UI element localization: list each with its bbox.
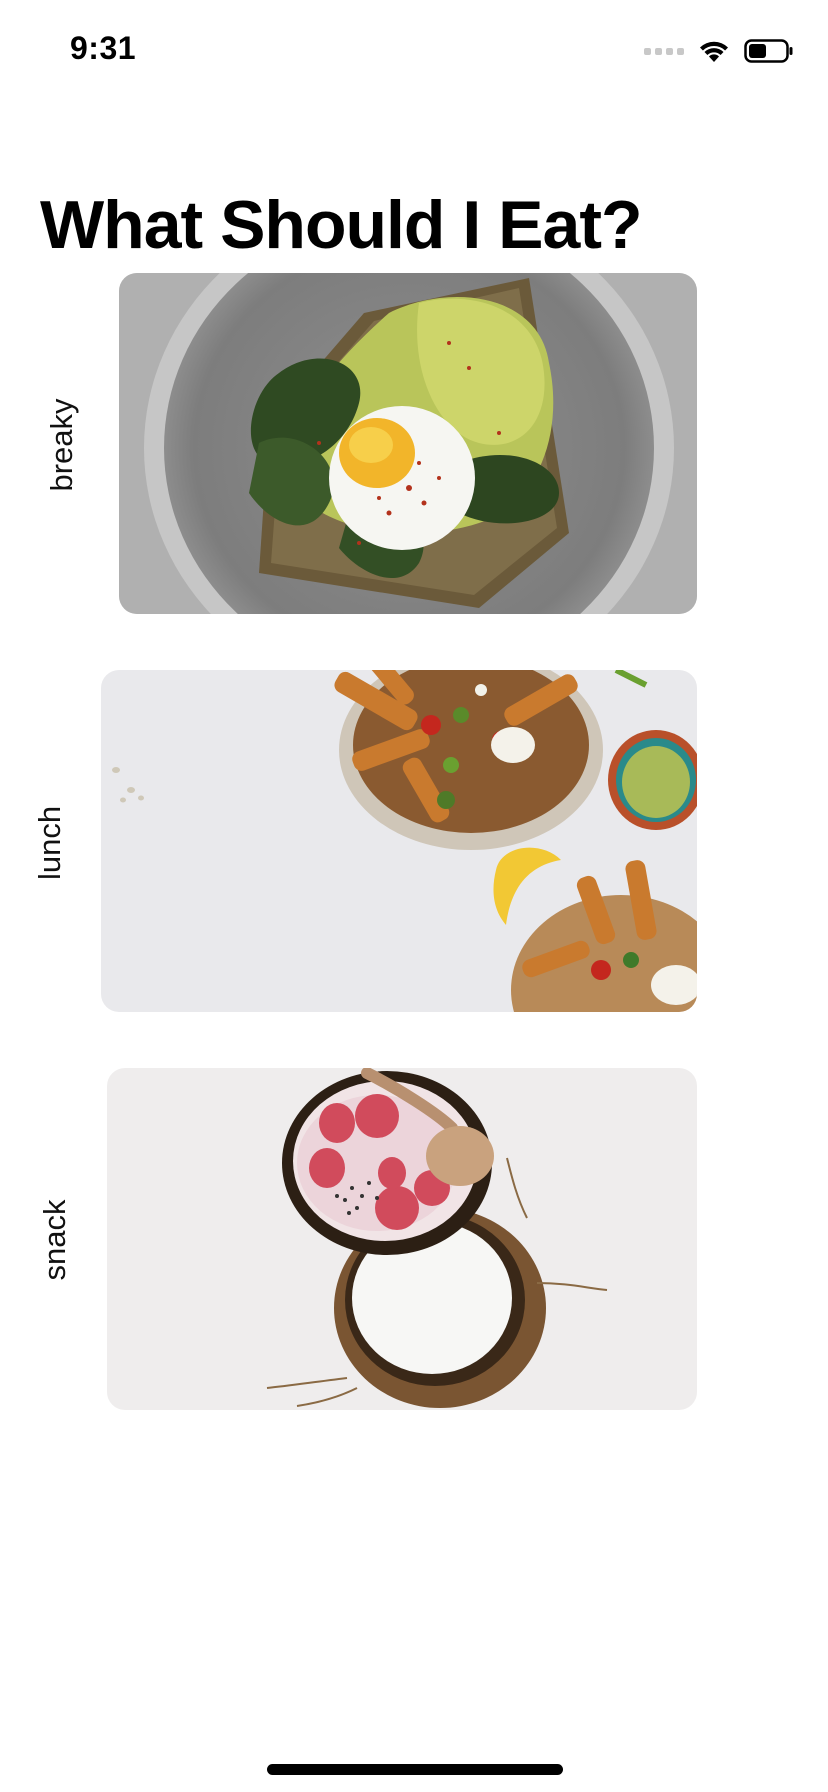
- battery-icon: [744, 39, 793, 63]
- cellular-signal-icon: [644, 47, 684, 55]
- lunch-food-image[interactable]: [101, 670, 697, 1012]
- breaky-food-image[interactable]: [119, 273, 697, 614]
- status-icons: [644, 34, 794, 68]
- wifi-icon: [700, 41, 728, 62]
- page-title: What Should I Eat?: [40, 187, 643, 263]
- status-bar: 9:31: [0, 0, 828, 100]
- snack-food-image[interactable]: [107, 1068, 697, 1410]
- category-label-breaky: breaky: [44, 398, 79, 492]
- category-label-snack: snack: [37, 1199, 72, 1281]
- home-indicator[interactable]: [267, 1764, 563, 1775]
- status-time: 9:31: [70, 30, 137, 66]
- category-label-lunch: lunch: [32, 805, 67, 881]
